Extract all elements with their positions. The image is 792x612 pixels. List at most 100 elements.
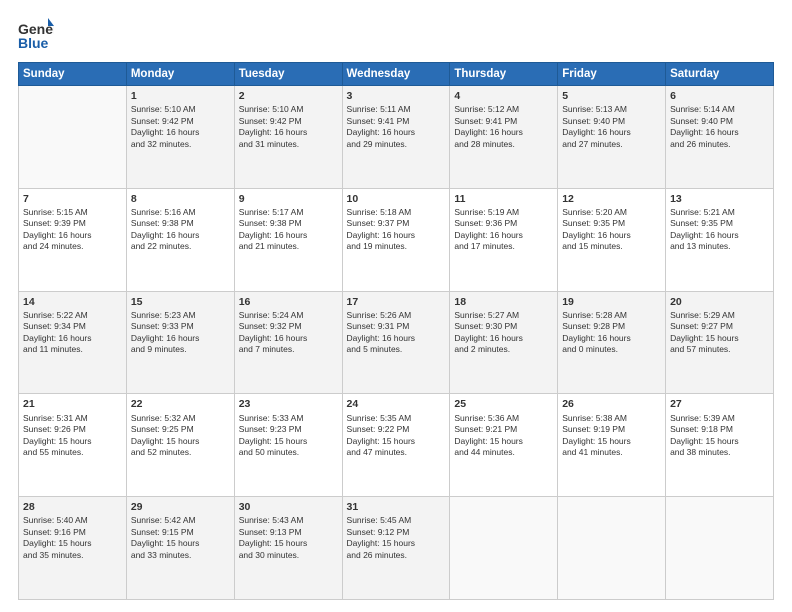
day-info: Sunrise: 5:11 AM Sunset: 9:41 PM Dayligh… — [347, 104, 446, 150]
day-number: 5 — [562, 89, 661, 103]
day-number: 11 — [454, 192, 553, 206]
calendar-day-cell: 25 Sunrise: 5:36 AM Sunset: 9:21 PM Dayli… — [450, 394, 558, 497]
day-info: Sunrise: 5:12 AM Sunset: 9:41 PM Dayligh… — [454, 104, 553, 150]
day-info: Sunrise: 5:39 AM Sunset: 9:18 PM Dayligh… — [670, 413, 769, 459]
day-number: 22 — [131, 397, 230, 411]
day-info: Sunrise: 5:29 AM Sunset: 9:27 PM Dayligh… — [670, 310, 769, 356]
svg-text:Blue: Blue — [18, 35, 49, 51]
day-info: Sunrise: 5:43 AM Sunset: 9:13 PM Dayligh… — [239, 515, 338, 561]
day-info: Sunrise: 5:33 AM Sunset: 9:23 PM Dayligh… — [239, 413, 338, 459]
day-number: 28 — [23, 500, 122, 514]
day-number: 3 — [347, 89, 446, 103]
day-info: Sunrise: 5:23 AM Sunset: 9:33 PM Dayligh… — [131, 310, 230, 356]
day-info: Sunrise: 5:26 AM Sunset: 9:31 PM Dayligh… — [347, 310, 446, 356]
calendar-day-cell: 4Sunrise: 5:12 AM Sunset: 9:41 PM Daylig… — [450, 86, 558, 189]
calendar-day-cell: 21 Sunrise: 5:31 AM Sunset: 9:26 PM Dayli… — [19, 394, 127, 497]
day-number: 6 — [670, 89, 769, 103]
day-number: 10 — [347, 192, 446, 206]
calendar-week-row: 21 Sunrise: 5:31 AM Sunset: 9:26 PM Dayli… — [19, 394, 774, 497]
day-number: 20 — [670, 295, 769, 309]
day-info: Sunrise: 5:14 AM Sunset: 9:40 PM Dayligh… — [670, 104, 769, 150]
calendar-day-cell: 20Sunrise: 5:29 AM Sunset: 9:27 PM Dayli… — [666, 291, 774, 394]
calendar-day-cell: 15Sunrise: 5:23 AM Sunset: 9:33 PM Dayli… — [126, 291, 234, 394]
day-number: 7 — [23, 192, 122, 206]
calendar-day-cell: 18Sunrise: 5:27 AM Sunset: 9:30 PM Dayli… — [450, 291, 558, 394]
calendar-day-cell: 16Sunrise: 5:24 AM Sunset: 9:32 PM Dayli… — [234, 291, 342, 394]
calendar-day-cell: 10Sunrise: 5:18 AM Sunset: 9:37 PM Dayli… — [342, 188, 450, 291]
calendar-day-cell: 11Sunrise: 5:19 AM Sunset: 9:36 PM Dayli… — [450, 188, 558, 291]
calendar-week-row: 1Sunrise: 5:10 AM Sunset: 9:42 PM Daylig… — [19, 86, 774, 189]
calendar-day-header: Friday — [558, 63, 666, 86]
day-number: 12 — [562, 192, 661, 206]
day-info: Sunrise: 5:35 AM Sunset: 9:22 PM Dayligh… — [347, 413, 446, 459]
calendar-day-header: Sunday — [19, 63, 127, 86]
calendar-day-header: Tuesday — [234, 63, 342, 86]
day-number: 21 — [23, 397, 122, 411]
day-number: 15 — [131, 295, 230, 309]
calendar-day-cell — [666, 497, 774, 600]
calendar-day-cell: 30Sunrise: 5:43 AM Sunset: 9:13 PM Dayli… — [234, 497, 342, 600]
day-info: Sunrise: 5:27 AM Sunset: 9:30 PM Dayligh… — [454, 310, 553, 356]
calendar-header-row: SundayMondayTuesdayWednesdayThursdayFrid… — [19, 63, 774, 86]
calendar-table: SundayMondayTuesdayWednesdayThursdayFrid… — [18, 62, 774, 600]
day-info: Sunrise: 5:40 AM Sunset: 9:16 PM Dayligh… — [23, 515, 122, 561]
calendar-day-cell: 31Sunrise: 5:45 AM Sunset: 9:12 PM Dayli… — [342, 497, 450, 600]
day-number: 17 — [347, 295, 446, 309]
logo-svg: General Blue — [18, 18, 54, 54]
logo: General Blue — [18, 18, 54, 54]
calendar-day-cell: 5Sunrise: 5:13 AM Sunset: 9:40 PM Daylig… — [558, 86, 666, 189]
day-number: 24 — [347, 397, 446, 411]
calendar-day-cell: 6Sunrise: 5:14 AM Sunset: 9:40 PM Daylig… — [666, 86, 774, 189]
day-number: 2 — [239, 89, 338, 103]
calendar-day-cell: 28Sunrise: 5:40 AM Sunset: 9:16 PM Dayli… — [19, 497, 127, 600]
calendar-day-cell: 7Sunrise: 5:15 AM Sunset: 9:39 PM Daylig… — [19, 188, 127, 291]
day-info: Sunrise: 5:31 AM Sunset: 9:26 PM Dayligh… — [23, 413, 122, 459]
day-number: 18 — [454, 295, 553, 309]
day-number: 27 — [670, 397, 769, 411]
calendar-day-cell: 3Sunrise: 5:11 AM Sunset: 9:41 PM Daylig… — [342, 86, 450, 189]
calendar-day-cell: 23 Sunrise: 5:33 AM Sunset: 9:23 PM Dayli… — [234, 394, 342, 497]
day-number: 9 — [239, 192, 338, 206]
calendar-day-header: Thursday — [450, 63, 558, 86]
calendar-day-cell: 27 Sunrise: 5:39 AM Sunset: 9:18 PM Dayli… — [666, 394, 774, 497]
calendar-day-cell: 14Sunrise: 5:22 AM Sunset: 9:34 PM Dayli… — [19, 291, 127, 394]
day-number: 13 — [670, 192, 769, 206]
calendar-day-cell: 12Sunrise: 5:20 AM Sunset: 9:35 PM Dayli… — [558, 188, 666, 291]
day-info: Sunrise: 5:16 AM Sunset: 9:38 PM Dayligh… — [131, 207, 230, 253]
calendar-day-header: Monday — [126, 63, 234, 86]
day-number: 4 — [454, 89, 553, 103]
day-info: Sunrise: 5:21 AM Sunset: 9:35 PM Dayligh… — [670, 207, 769, 253]
day-info: Sunrise: 5:17 AM Sunset: 9:38 PM Dayligh… — [239, 207, 338, 253]
day-info: Sunrise: 5:18 AM Sunset: 9:37 PM Dayligh… — [347, 207, 446, 253]
day-info: Sunrise: 5:42 AM Sunset: 9:15 PM Dayligh… — [131, 515, 230, 561]
calendar-day-cell: 13Sunrise: 5:21 AM Sunset: 9:35 PM Dayli… — [666, 188, 774, 291]
day-info: Sunrise: 5:45 AM Sunset: 9:12 PM Dayligh… — [347, 515, 446, 561]
day-info: Sunrise: 5:10 AM Sunset: 9:42 PM Dayligh… — [239, 104, 338, 150]
calendar-day-cell: 1Sunrise: 5:10 AM Sunset: 9:42 PM Daylig… — [126, 86, 234, 189]
calendar-week-row: 14Sunrise: 5:22 AM Sunset: 9:34 PM Dayli… — [19, 291, 774, 394]
header: General Blue — [18, 18, 774, 54]
calendar-day-cell: 9Sunrise: 5:17 AM Sunset: 9:38 PM Daylig… — [234, 188, 342, 291]
calendar-day-cell: 26Sunrise: 5:38 AM Sunset: 9:19 PM Dayli… — [558, 394, 666, 497]
calendar-week-row: 28Sunrise: 5:40 AM Sunset: 9:16 PM Dayli… — [19, 497, 774, 600]
calendar-day-header: Wednesday — [342, 63, 450, 86]
day-info: Sunrise: 5:24 AM Sunset: 9:32 PM Dayligh… — [239, 310, 338, 356]
day-number: 16 — [239, 295, 338, 309]
day-number: 1 — [131, 89, 230, 103]
day-info: Sunrise: 5:22 AM Sunset: 9:34 PM Dayligh… — [23, 310, 122, 356]
day-info: Sunrise: 5:10 AM Sunset: 9:42 PM Dayligh… — [131, 104, 230, 150]
calendar-day-cell — [558, 497, 666, 600]
day-info: Sunrise: 5:36 AM Sunset: 9:21 PM Dayligh… — [454, 413, 553, 459]
calendar-day-cell — [19, 86, 127, 189]
day-number: 30 — [239, 500, 338, 514]
calendar-day-header: Saturday — [666, 63, 774, 86]
day-number: 14 — [23, 295, 122, 309]
day-info: Sunrise: 5:28 AM Sunset: 9:28 PM Dayligh… — [562, 310, 661, 356]
day-info: Sunrise: 5:13 AM Sunset: 9:40 PM Dayligh… — [562, 104, 661, 150]
day-info: Sunrise: 5:38 AM Sunset: 9:19 PM Dayligh… — [562, 413, 661, 459]
day-number: 23 — [239, 397, 338, 411]
day-number: 8 — [131, 192, 230, 206]
day-number: 25 — [454, 397, 553, 411]
calendar-day-cell: 19Sunrise: 5:28 AM Sunset: 9:28 PM Dayli… — [558, 291, 666, 394]
calendar-week-row: 7Sunrise: 5:15 AM Sunset: 9:39 PM Daylig… — [19, 188, 774, 291]
